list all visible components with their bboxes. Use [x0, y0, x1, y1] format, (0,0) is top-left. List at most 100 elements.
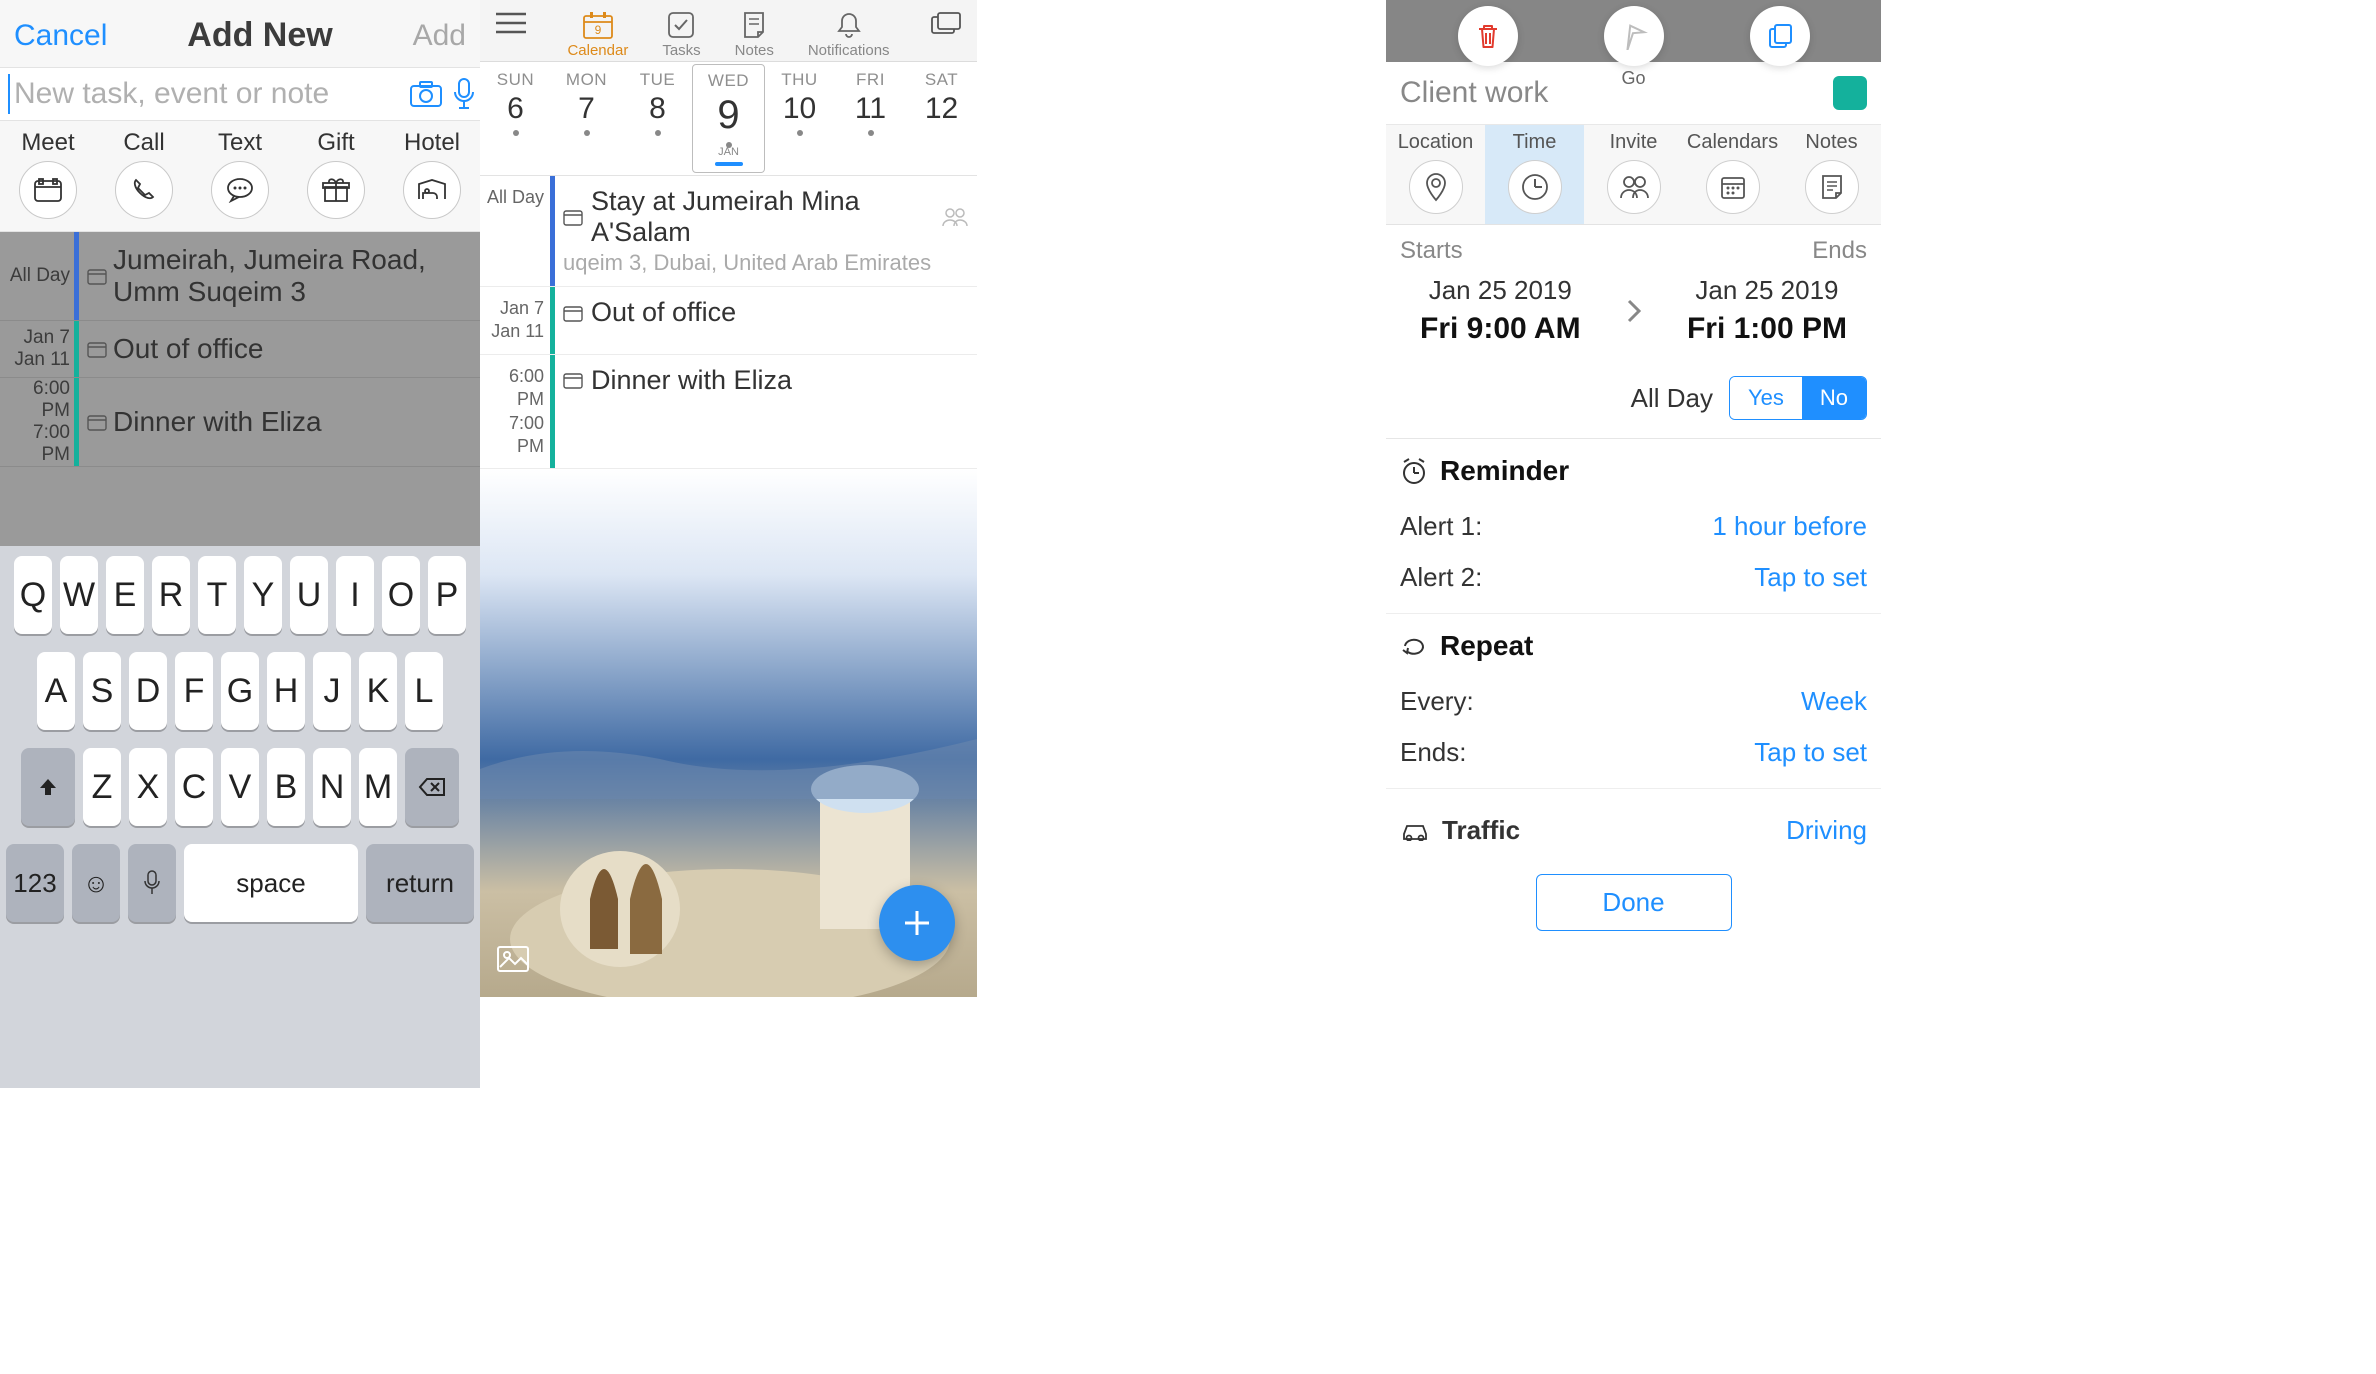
day-8[interactable]: TUE 8	[622, 62, 693, 175]
tab-time[interactable]: Time	[1485, 125, 1584, 224]
tab-notifications[interactable]: Notifications	[808, 10, 890, 59]
tab-location[interactable]: Location	[1386, 125, 1485, 224]
day-11[interactable]: FRI 11	[835, 62, 906, 175]
event-row[interactable]: 6:00 PM7:00 PM Dinner with Eliza	[480, 355, 977, 470]
quick-hotel[interactable]: Hotel	[403, 129, 461, 219]
go-label: Go	[1621, 68, 1645, 89]
key-O[interactable]: O	[382, 556, 420, 634]
key-T[interactable]: T	[198, 556, 236, 634]
duplicate-button[interactable]	[1750, 6, 1810, 66]
gift-icon	[307, 161, 365, 219]
done-button[interactable]: Done	[1536, 874, 1732, 931]
go-button[interactable]	[1604, 6, 1664, 66]
allday-label: All Day	[1631, 383, 1713, 414]
calendar-sm-icon	[563, 371, 583, 389]
ends-label: Ends	[1812, 237, 1867, 265]
new-item-input[interactable]	[8, 74, 400, 114]
menu-icon[interactable]	[494, 10, 528, 36]
microphone-icon[interactable]	[452, 76, 476, 112]
photo-icon[interactable]	[496, 943, 530, 973]
start-datetime[interactable]: Jan 25 2019 Fri 9:00 AM	[1420, 275, 1581, 346]
key-C[interactable]: C	[175, 748, 213, 826]
key-U[interactable]: U	[290, 556, 328, 634]
add-fab[interactable]	[879, 885, 955, 961]
event-row[interactable]: Jan 7Jan 11 Out of office	[480, 287, 977, 355]
add-button[interactable]: Add	[413, 19, 466, 53]
key-Y[interactable]: Y	[244, 556, 282, 634]
key-E[interactable]: E	[106, 556, 144, 634]
key-K[interactable]: K	[359, 652, 397, 730]
tab-notes[interactable]: Notes	[735, 10, 774, 59]
cards-icon[interactable]	[929, 10, 963, 38]
bg-event-row: Jan 7Jan 11 Out of office	[0, 321, 480, 378]
quick-call[interactable]: Call	[115, 129, 173, 219]
key-R[interactable]: R	[152, 556, 190, 634]
cancel-button[interactable]: Cancel	[14, 19, 107, 53]
key-return[interactable]: return	[366, 844, 474, 922]
key-X[interactable]: X	[129, 748, 167, 826]
starts-label: Starts	[1400, 237, 1463, 265]
day-12[interactable]: SAT 12	[906, 62, 977, 175]
day-7[interactable]: MON 7	[551, 62, 622, 175]
key-123[interactable]: 123	[6, 844, 64, 922]
tab-calendars[interactable]: Calendars	[1683, 125, 1782, 224]
pin-icon	[1409, 160, 1463, 214]
calendar-sm-icon	[563, 304, 583, 322]
day-6[interactable]: SUN 6	[480, 62, 551, 175]
calendar-sm-icon	[87, 267, 107, 285]
tab-invite[interactable]: Invite	[1584, 125, 1683, 224]
day-9[interactable]: WED 9 JAN	[692, 64, 765, 173]
svg-text:9: 9	[595, 23, 602, 37]
event-row[interactable]: All Day Stay at Jumeirah Mina A'Salam uq…	[480, 176, 977, 287]
delete-button[interactable]	[1458, 6, 1518, 66]
bg-event-row: 6:00 PM7:00 PM Dinner with Eliza	[0, 378, 480, 467]
quick-gift[interactable]: Gift	[307, 129, 365, 219]
key-emoji[interactable]: ☺	[72, 844, 120, 922]
repeat-icon	[1400, 634, 1428, 658]
key-A[interactable]: A	[37, 652, 75, 730]
key-P[interactable]: P	[428, 556, 466, 634]
key-M[interactable]: M	[359, 748, 397, 826]
key-D[interactable]: D	[129, 652, 167, 730]
quick-text[interactable]: Text	[211, 129, 269, 219]
day-10[interactable]: THU 10	[764, 62, 835, 175]
key-S[interactable]: S	[83, 652, 121, 730]
key-I[interactable]: I	[336, 556, 374, 634]
calendar-sm-icon	[87, 413, 107, 431]
tab-calendar[interactable]: 9 Calendar	[567, 10, 628, 59]
key-W[interactable]: W	[60, 556, 98, 634]
key-mic[interactable]	[128, 844, 176, 922]
phone-icon	[115, 161, 173, 219]
key-Q[interactable]: Q	[14, 556, 52, 634]
traffic-value[interactable]: Driving	[1786, 815, 1867, 846]
key-V[interactable]: V	[221, 748, 259, 826]
end-datetime[interactable]: Jan 25 2019 Fri 1:00 PM	[1687, 275, 1847, 346]
key-shift[interactable]	[21, 748, 75, 826]
allday-yes[interactable]: Yes	[1730, 377, 1802, 419]
key-backspace[interactable]	[405, 748, 459, 826]
alert-1[interactable]: Alert 1:1 hour before	[1400, 501, 1867, 552]
key-H[interactable]: H	[267, 652, 305, 730]
calendar-sm-icon	[87, 340, 107, 358]
tab-tasks[interactable]: Tasks	[662, 10, 700, 59]
key-space[interactable]: space	[184, 844, 358, 922]
key-Z[interactable]: Z	[83, 748, 121, 826]
tab-notes[interactable]: Notes	[1782, 125, 1881, 224]
alert-2[interactable]: Alert 2:Tap to set	[1400, 552, 1867, 603]
camera-icon[interactable]	[410, 76, 442, 112]
key-B[interactable]: B	[267, 748, 305, 826]
key-G[interactable]: G	[221, 652, 259, 730]
bell-icon	[835, 10, 863, 40]
allday-no[interactable]: No	[1802, 377, 1866, 419]
repeat-1[interactable]: Ends:Tap to set	[1400, 727, 1867, 778]
quick-meet[interactable]: Meet	[19, 129, 77, 219]
key-L[interactable]: L	[405, 652, 443, 730]
key-N[interactable]: N	[313, 748, 351, 826]
repeat-0[interactable]: Every:Week	[1400, 676, 1867, 727]
traffic-heading: Traffic	[1442, 815, 1520, 846]
calendar-icon: 9	[581, 10, 615, 40]
allday-toggle[interactable]: Yes No	[1729, 376, 1867, 420]
keyboard[interactable]: QWERTYUIOP ASDFGHJKL ZXCVBNM 123 ☺ space…	[0, 546, 480, 1088]
key-J[interactable]: J	[313, 652, 351, 730]
key-F[interactable]: F	[175, 652, 213, 730]
